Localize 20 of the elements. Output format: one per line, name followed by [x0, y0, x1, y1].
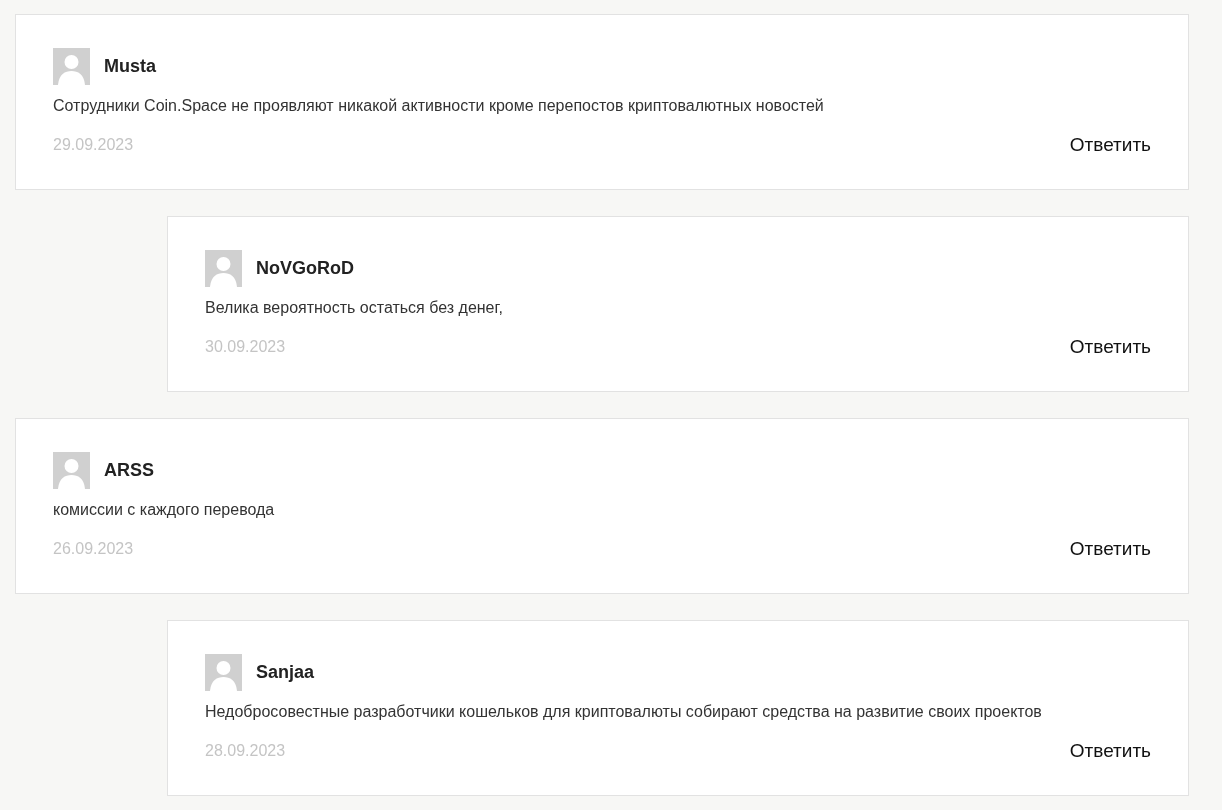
comment-date: 26.09.2023 [53, 540, 134, 558]
author-name: Sanjaa [256, 662, 315, 683]
avatar-icon [53, 452, 90, 489]
avatar-icon [205, 250, 242, 287]
comment-text: Велика вероятность остаться без денег, [205, 298, 504, 318]
author-name: Musta [104, 56, 156, 77]
comment-date: 28.09.2023 [205, 742, 286, 760]
reply-button[interactable]: Ответить [1069, 538, 1151, 560]
comment-date: 30.09.2023 [205, 338, 286, 356]
comment-text: комиссии с каждого перевода [53, 500, 276, 520]
comment-date: 29.09.2023 [53, 136, 134, 154]
reply-button[interactable]: Ответить [1069, 740, 1151, 762]
avatar-icon [53, 48, 90, 85]
avatar-icon [205, 654, 242, 691]
comment-text: Недобросовестные разработчики кошельков для криптовалюты собирают средства на развитие своих проектов [205, 702, 1043, 722]
author-name: ARSS [104, 460, 154, 481]
reply-button[interactable]: Ответить [1069, 134, 1151, 156]
author-name: NoVGoRoD [256, 258, 354, 279]
reply-button[interactable]: Ответить [1069, 336, 1151, 358]
comment-text: Сотрудники Coin.Space не проявляют никакой активности кроме перепостов криптовалютных новостей [53, 96, 825, 116]
